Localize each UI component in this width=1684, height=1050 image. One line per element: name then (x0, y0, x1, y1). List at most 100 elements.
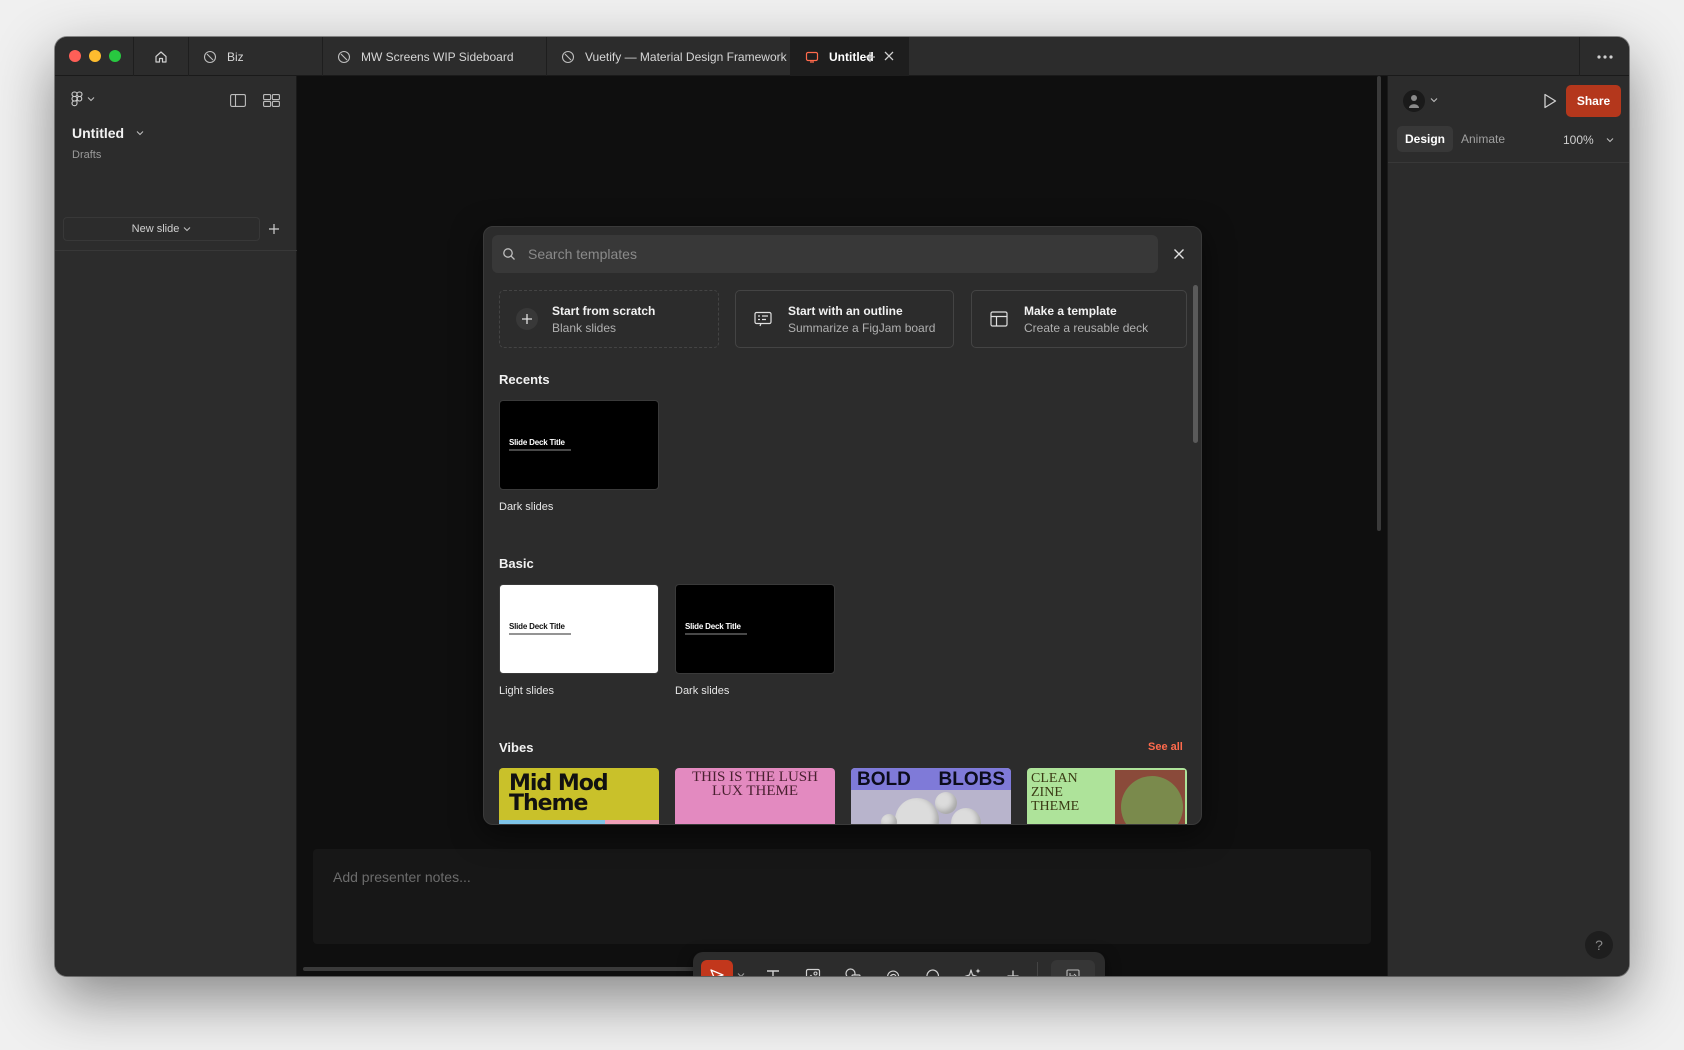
shape-tool-button[interactable] (837, 960, 869, 976)
grid-icon (262, 93, 280, 107)
blob-shape (951, 808, 981, 824)
thumbnail-title: Slide Deck Title (509, 622, 565, 631)
insert-button[interactable] (997, 960, 1029, 976)
cursor-icon (710, 969, 724, 976)
vibe-template-clean-zine[interactable]: CLEAN ZINE THEME (1027, 768, 1187, 824)
basic-heading: Basic (499, 556, 534, 571)
template-thumbnail[interactable]: Slide Deck Title (499, 584, 659, 674)
bottom-toolbar (693, 952, 1105, 976)
figma-file-icon (203, 50, 217, 64)
vibe-template-bold-blobs[interactable]: BOLD BLOBS (851, 768, 1011, 824)
close-icon (1174, 249, 1184, 259)
tab-vuetify[interactable]: Vuetify — Material Design Framework (547, 37, 791, 76)
option-title: Start from scratch (552, 303, 656, 318)
start-with-outline-card[interactable]: Start with an outline Summarize a FigJam… (735, 290, 954, 348)
vibe-template-lush-lux[interactable]: THIS IS THE LUSH LUX THEME (675, 768, 835, 824)
figma-file-icon (561, 50, 575, 64)
plus-icon (516, 308, 538, 330)
blob-shape (881, 814, 897, 824)
image-icon (805, 968, 821, 976)
new-tab-button[interactable] (859, 46, 881, 68)
tab-design[interactable]: Design (1397, 126, 1454, 152)
thumbnail-subtitle-line (509, 449, 571, 451)
make-a-template-card[interactable]: Make a template Create a reusable deck (971, 290, 1187, 348)
option-text: Start from scratch Blank slides (552, 304, 655, 335)
comment-tool-button[interactable] (917, 960, 949, 976)
minimize-window-button[interactable] (89, 50, 101, 62)
close-tab-icon[interactable] (882, 49, 896, 66)
tab-animate[interactable]: Animate (1453, 126, 1513, 152)
presenter-notes-field[interactable]: Add presenter notes... (313, 849, 1371, 944)
share-button[interactable]: Share (1566, 85, 1621, 117)
vibe-template-mid-mod[interactable]: Mid Mod Theme (499, 768, 659, 824)
tab-label: Biz (227, 49, 244, 64)
start-from-scratch-card[interactable]: Start from scratch Blank slides (499, 290, 719, 348)
vertical-scrollbar[interactable] (1377, 76, 1381, 531)
main-menu-button[interactable] (71, 91, 95, 107)
close-modal-button[interactable] (1168, 243, 1190, 265)
move-tool-button[interactable] (701, 960, 733, 976)
option-subtitle: Create a reusable deck (1024, 320, 1149, 335)
plus-icon (865, 52, 875, 62)
grid-view-button[interactable] (258, 89, 284, 111)
avatar[interactable] (1403, 90, 1425, 112)
template-label[interactable]: Light slides (499, 685, 554, 697)
close-window-button[interactable] (69, 50, 81, 62)
template-label[interactable]: Dark slides (499, 501, 553, 513)
option-subtitle: Blank slides (552, 320, 617, 335)
template-label[interactable]: Dark slides (675, 685, 729, 697)
text-tool-button[interactable] (757, 960, 789, 976)
zoom-dropdown[interactable]: 100% (1563, 133, 1614, 147)
text-icon (767, 970, 779, 976)
chevron-down-icon[interactable] (1430, 97, 1438, 103)
tab-untitled[interactable]: Untitled (791, 37, 909, 76)
thumbnail-title: Slide Deck Title (509, 438, 565, 447)
search-templates-input[interactable] (528, 246, 1128, 262)
present-button[interactable] (1538, 89, 1562, 113)
option-text: Make a template Create a reusable deck (1024, 304, 1148, 335)
chevron-down-icon[interactable] (737, 972, 745, 976)
option-title: Make a template (1024, 303, 1117, 318)
dev-mode-toggle[interactable] (1051, 960, 1095, 976)
chevron-down-icon (183, 227, 191, 232)
app-window: Biz MW Screens WIP Sideboard Vuetify — M… (55, 37, 1629, 976)
option-subtitle: Summarize a FigJam board (788, 320, 936, 335)
chevron-down-icon (136, 131, 144, 136)
thumbnail-subtitle-line (509, 633, 571, 635)
modal-scrollbar[interactable] (1193, 285, 1198, 443)
tab-mw-screens[interactable]: MW Screens WIP Sideboard (323, 37, 547, 76)
comment-icon (926, 969, 939, 976)
single-view-button[interactable] (225, 89, 251, 111)
zoom-value: 100% (1563, 133, 1594, 147)
new-slide-button[interactable]: New slide (63, 217, 260, 241)
outline-icon (752, 308, 774, 330)
home-button[interactable] (133, 37, 189, 76)
modal-body: Start from scratch Blank slides Start wi… (484, 285, 1188, 824)
search-icon (503, 248, 515, 260)
file-location[interactable]: Drafts (72, 149, 101, 161)
ai-tool-button[interactable] (957, 960, 989, 976)
file-title[interactable]: Untitled (72, 125, 144, 141)
see-all-link[interactable]: See all (1148, 741, 1183, 753)
image-tool-button[interactable] (797, 960, 829, 976)
sidebar-layout-icon (230, 93, 246, 107)
maximize-window-button[interactable] (109, 50, 121, 62)
tab-biz[interactable]: Biz (189, 37, 323, 76)
vibe-title: CLEAN ZINE THEME (1031, 771, 1080, 814)
user-avatar-icon (1409, 95, 1419, 108)
template-thumbnail[interactable]: Slide Deck Title (675, 584, 835, 674)
template-thumbnail[interactable]: Slide Deck Title (499, 400, 659, 490)
thumbnail-title: Slide Deck Title (685, 622, 741, 631)
divider (1388, 162, 1629, 163)
more-options-button[interactable] (1579, 37, 1629, 76)
horizontal-scrollbar[interactable] (303, 967, 733, 971)
vibe-title-right: BLOBS (938, 769, 1006, 790)
template-icon (988, 308, 1010, 330)
interaction-tool-button[interactable] (877, 960, 909, 976)
help-button[interactable]: ? (1585, 931, 1613, 959)
more-horizontal-icon (1596, 54, 1613, 59)
divider (1037, 962, 1038, 976)
add-slide-button[interactable] (260, 217, 288, 241)
vibes-heading: Vibes (499, 740, 534, 755)
play-icon (1544, 93, 1557, 109)
